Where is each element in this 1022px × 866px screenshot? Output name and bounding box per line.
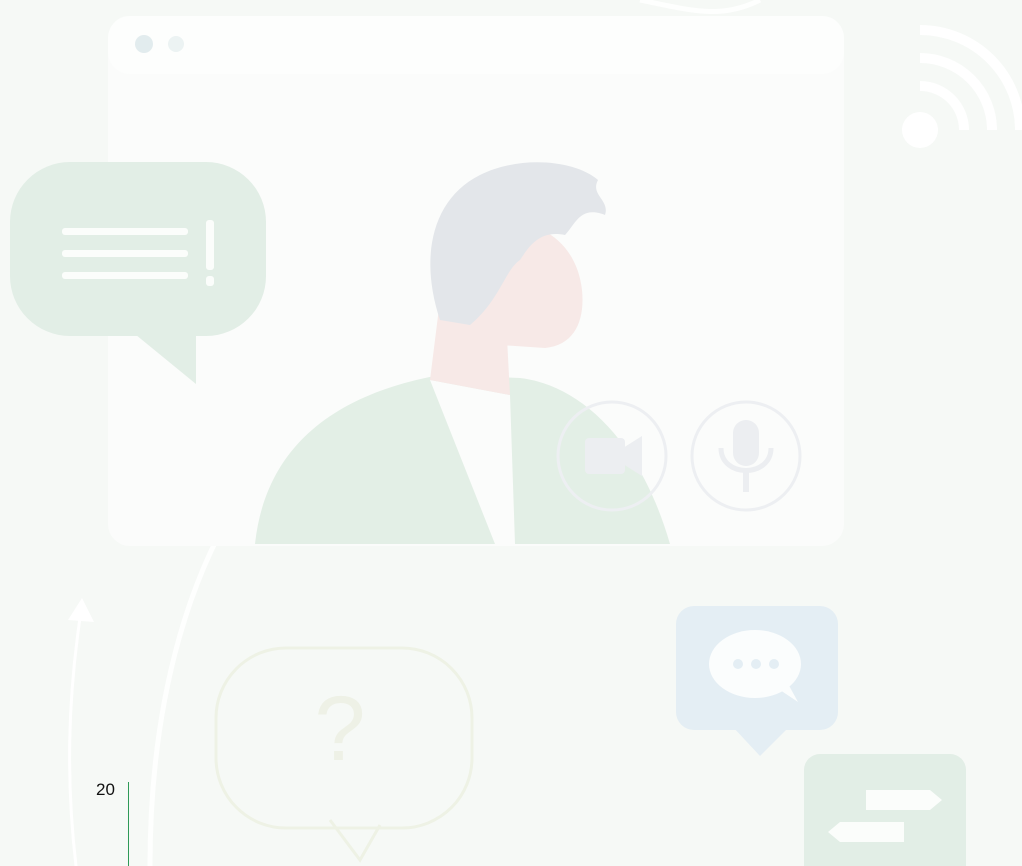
- chat-typing-icon: [676, 606, 838, 756]
- page-number: 20: [96, 780, 115, 799]
- window-dot-icon: [135, 35, 153, 53]
- swap-arrows-icon: [804, 754, 966, 866]
- page: ? 20: [0, 0, 1022, 866]
- video-call-illustration: ?: [10, 0, 1022, 866]
- video-camera-icon: [585, 436, 642, 476]
- svg-text:?: ?: [314, 678, 365, 780]
- wifi-signal-icon: [902, 25, 1022, 148]
- decorative-curve-top: [639, 0, 762, 15]
- page-number-divider: [128, 782, 129, 866]
- up-arrow-icon: [68, 598, 94, 866]
- window-dot-icon: [168, 36, 184, 52]
- question-bubble-icon: ?: [214, 646, 474, 863]
